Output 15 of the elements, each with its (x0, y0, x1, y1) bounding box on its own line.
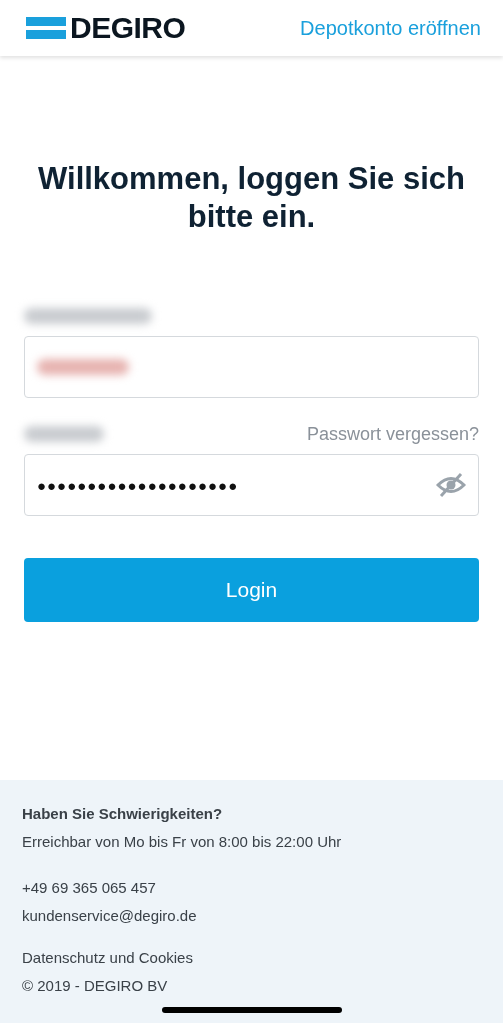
password-field[interactable]: ●●●●●●●●●●●●●●●●●●●● (24, 454, 479, 516)
help-title: Haben Sie Schwierigkeiten? (22, 804, 224, 824)
username-field[interactable] (24, 336, 479, 398)
forgot-password-link[interactable]: Passwort vergessen? (306, 423, 479, 445)
eye-slash-icon[interactable] (436, 472, 466, 498)
brand-name: DEGIRO (70, 11, 186, 45)
open-account-link[interactable]: Depotkonto eröffnen (300, 16, 481, 40)
privacy-link[interactable]: Datenschutz und Cookies (22, 948, 481, 968)
phone-text: +49 69 365 065 457 (22, 878, 157, 898)
email-text: kundenservice@degiro.de (22, 906, 198, 926)
login-button[interactable]: Login (24, 558, 479, 622)
hours-text: Erreichbar von Mo bis Fr von 8:00 bis 22:00 Uhr (22, 832, 343, 852)
copyright-text: © 2019 - DEGIRO BV (22, 976, 169, 996)
welcome-heading: Willkommen, loggen Sie sich bitte ein. (37, 160, 466, 236)
logo-icon (26, 15, 66, 41)
